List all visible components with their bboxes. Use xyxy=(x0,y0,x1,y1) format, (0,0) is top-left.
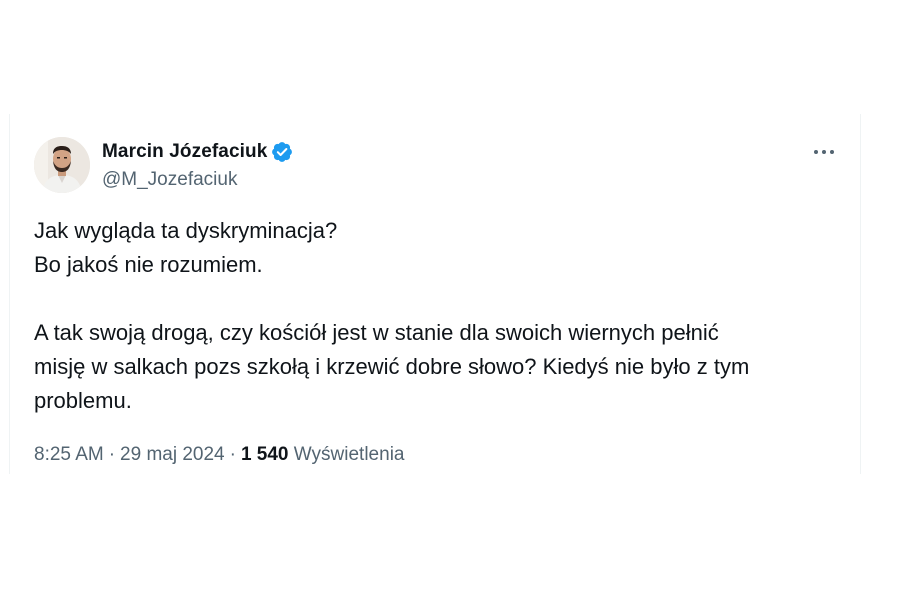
author-block[interactable]: Marcin Józefaciuk @M_Jozefaciuk xyxy=(102,140,293,191)
tweet-meta: 8:25 AM · 29 maj 2024 · 1 540 Wyświetlenia xyxy=(34,444,404,466)
avatar[interactable] xyxy=(34,137,90,193)
tweet-card[interactable]: Marcin Józefaciuk @M_Jozefaciuk Jak wygl… xyxy=(9,114,861,474)
tweet-line: Bo jakoś nie rozumiem. xyxy=(34,252,263,277)
handle[interactable]: @M_Jozefaciuk xyxy=(102,169,293,191)
meta-separator: · xyxy=(229,444,236,465)
page: Marcin Józefaciuk @M_Jozefaciuk Jak wygl… xyxy=(0,0,900,591)
views-label: Wyświetlenia xyxy=(293,444,405,465)
verified-badge-icon[interactable] xyxy=(271,141,293,163)
avatar-image xyxy=(34,137,90,193)
name-row: Marcin Józefaciuk xyxy=(102,140,293,164)
views-count: 1 540 xyxy=(240,444,289,465)
more-options-button[interactable] xyxy=(810,142,838,162)
tweet-line: problemu. xyxy=(34,388,132,413)
tweet-text: Jak wygląda ta dyskryminacja? Bo jakoś n… xyxy=(34,214,844,418)
tweet-line: misję w salkach pozs szkołą i krzewić do… xyxy=(34,354,750,379)
tweet-date[interactable]: 29 maj 2024 xyxy=(120,444,225,465)
tweet-line: A tak swoją drogą, czy kościół jest w st… xyxy=(34,320,719,345)
tweet-time[interactable]: 8:25 AM xyxy=(34,444,104,465)
meta-separator: · xyxy=(108,444,116,465)
more-horizontal-icon xyxy=(814,150,834,154)
display-name[interactable]: Marcin Józefaciuk xyxy=(102,141,267,163)
tweet-line: Jak wygląda ta dyskryminacja? xyxy=(34,218,338,243)
